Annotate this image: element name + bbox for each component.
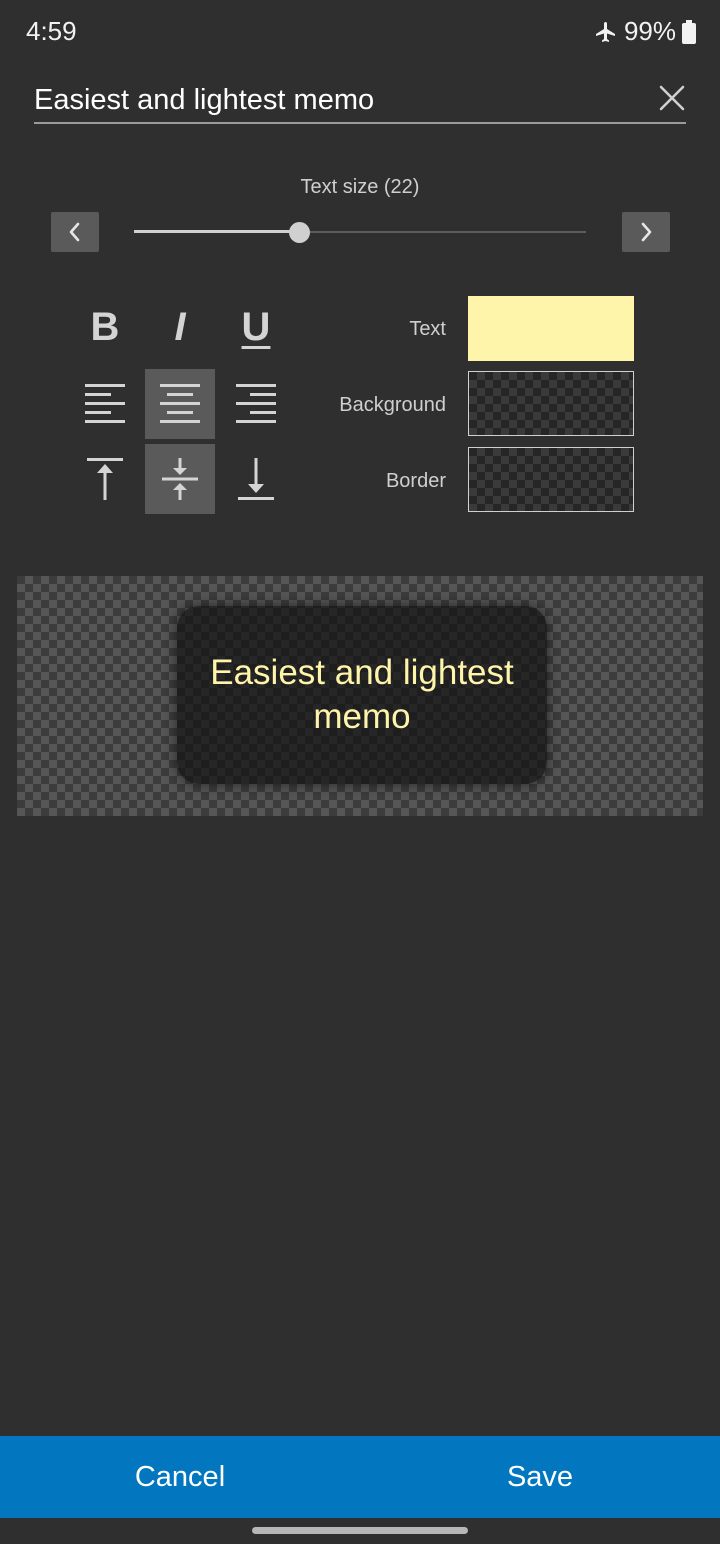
text-color-label: Text <box>409 318 446 340</box>
align-top-icon <box>87 458 123 500</box>
battery-icon <box>682 19 696 44</box>
slider-thumb[interactable] <box>289 222 311 243</box>
save-button[interactable]: Save <box>360 1436 720 1518</box>
status-bar: 4:59 99% <box>0 0 720 66</box>
decrease-size-button[interactable] <box>51 212 99 252</box>
text-size-label: Text size (22) <box>300 176 420 198</box>
align-center-icon <box>160 384 200 423</box>
action-bar: Cancel Save <box>0 1436 720 1518</box>
status-indicators: 99% <box>594 16 696 47</box>
cancel-button[interactable]: Cancel <box>0 1436 360 1518</box>
gesture-navigation-bar[interactable] <box>252 1527 468 1534</box>
memo-preview-text: Easiest and lightest memo <box>210 653 514 736</box>
background-color-swatch[interactable] <box>468 371 634 436</box>
bold-button[interactable]: B <box>70 292 140 362</box>
italic-button[interactable]: I <box>145 292 215 362</box>
chevron-left-icon <box>69 222 80 242</box>
align-center-button[interactable] <box>145 369 215 439</box>
valign-middle-button[interactable] <box>145 444 215 514</box>
increase-size-button[interactable] <box>622 212 670 252</box>
clear-button[interactable] <box>658 84 686 112</box>
bold-icon: B <box>90 305 120 349</box>
border-color-swatch[interactable] <box>468 447 634 512</box>
memo-preview-area: Easiest and lightest memo <box>17 576 703 816</box>
memo-title-input[interactable] <box>34 80 634 120</box>
background-color-label: Background <box>339 394 446 416</box>
memo-preview: Easiest and lightest memo <box>177 606 547 784</box>
chevron-right-icon <box>641 222 652 242</box>
status-time: 4:59 <box>26 16 77 46</box>
align-middle-icon <box>162 458 198 500</box>
align-left-button[interactable] <box>70 369 140 439</box>
memo-title-field <box>34 76 686 124</box>
airplane-mode-icon <box>594 20 618 44</box>
slider-fill <box>134 230 300 233</box>
text-color-swatch[interactable] <box>468 296 634 361</box>
close-icon <box>659 85 685 111</box>
battery-percent: 99% <box>623 16 676 46</box>
align-left-icon <box>85 384 125 423</box>
border-color-label: Border <box>385 470 446 492</box>
italic-icon: I <box>174 305 186 349</box>
text-size-slider[interactable] <box>134 222 586 243</box>
valign-top-button[interactable] <box>70 444 140 514</box>
